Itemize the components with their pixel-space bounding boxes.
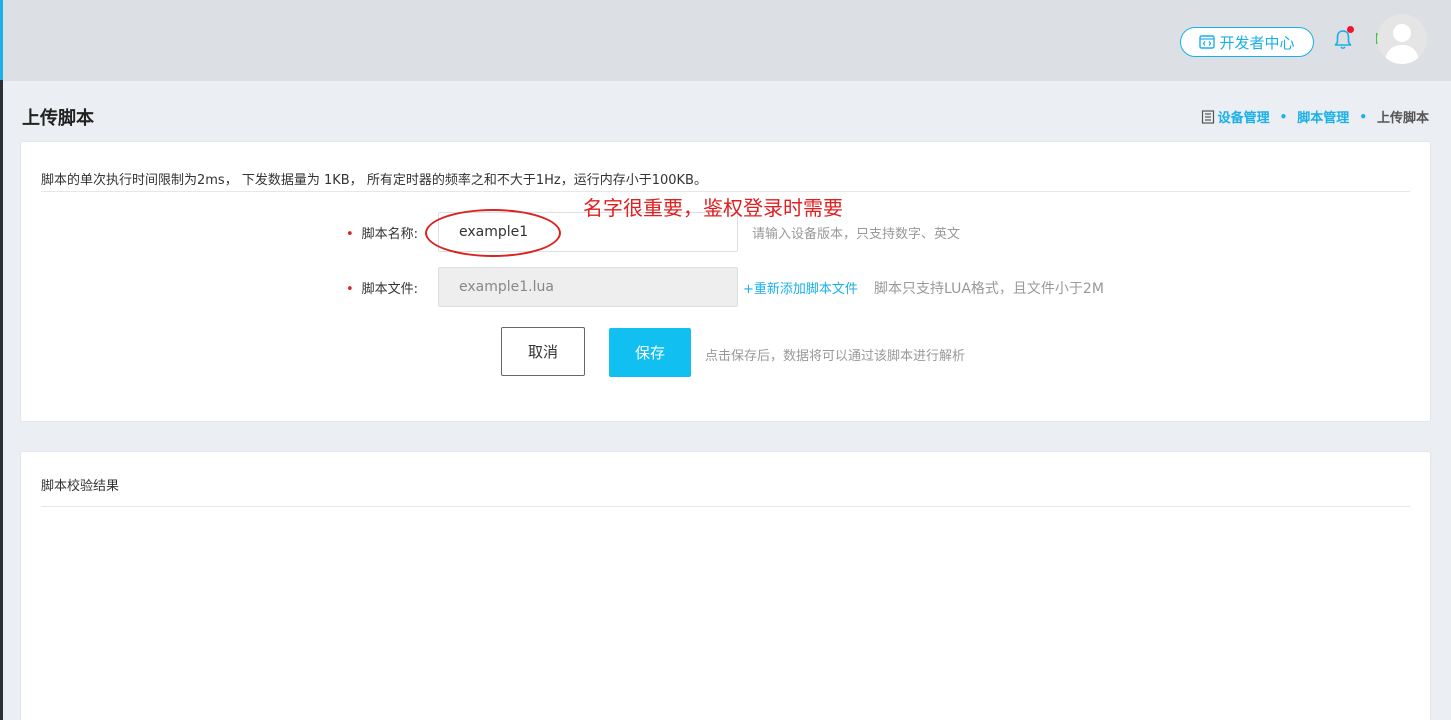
save-button[interactable]: 保存 (609, 328, 691, 377)
breadcrumb-device-management[interactable]: 设备管理 (1218, 107, 1270, 126)
breadcrumb-current: 上传脚本 (1376, 111, 1429, 126)
upload-form-card: 脚本的单次执行时间限制为2ms， 下发数据量为 1KB， 所有定时器的频率之和不… (20, 141, 1431, 422)
script-file-field: example1.lua (438, 267, 738, 307)
code-window-icon (1199, 35, 1216, 49)
validation-result-title: 脚本校验结果 (41, 479, 120, 494)
breadcrumb-separator: • (1359, 109, 1367, 124)
user-avatar[interactable] (1377, 14, 1427, 64)
script-file-label: • 脚本文件: (346, 278, 418, 297)
script-name-label-text: 脚本名称: (361, 227, 419, 242)
script-file-hint: 脚本只支持LUA格式，且文件小于2M (874, 281, 1104, 297)
cancel-button[interactable]: 取消 (501, 327, 585, 376)
left-rail (0, 0, 3, 720)
notification-dot (1347, 26, 1354, 33)
user-silhouette-icon (1385, 24, 1419, 64)
annotation-text: 名字很重要，鉴权登录时需要 (583, 196, 843, 220)
script-name-label: • 脚本名称: (346, 223, 418, 242)
breadcrumb: 设备管理 • 脚本管理 • 上传脚本 (1201, 107, 1429, 126)
script-file-label-text: 脚本文件: (361, 282, 419, 297)
notification-bell-button[interactable] (1331, 26, 1355, 52)
breadcrumb-separator: • (1279, 109, 1288, 124)
required-mark: • (346, 282, 354, 297)
result-divider (41, 506, 1410, 507)
required-mark: • (346, 227, 354, 242)
script-limits-notice: 脚本的单次执行时间限制为2ms， 下发数据量为 1KB， 所有定时器的频率之和不… (41, 173, 707, 188)
developer-center-button[interactable]: 开发者中心 (1180, 27, 1314, 57)
list-icon (1201, 109, 1214, 124)
script-name-hint: 请输入设备版本，只支持数字、英文 (752, 227, 961, 242)
page-title: 上传脚本 (22, 108, 94, 129)
re-add-script-file-link[interactable]: +重新添加脚本文件 (743, 278, 858, 297)
script-name-value: example1 (459, 224, 529, 240)
developer-center-label: 开发者中心 (1219, 33, 1295, 52)
validation-result-card: 脚本校验结果 (20, 451, 1431, 720)
breadcrumb-script-management[interactable]: 脚本管理 (1297, 107, 1349, 126)
script-file-value: example1.lua (459, 279, 554, 295)
save-hint: 点击保存后，数据将可以通过该脚本进行解析 (705, 349, 966, 364)
